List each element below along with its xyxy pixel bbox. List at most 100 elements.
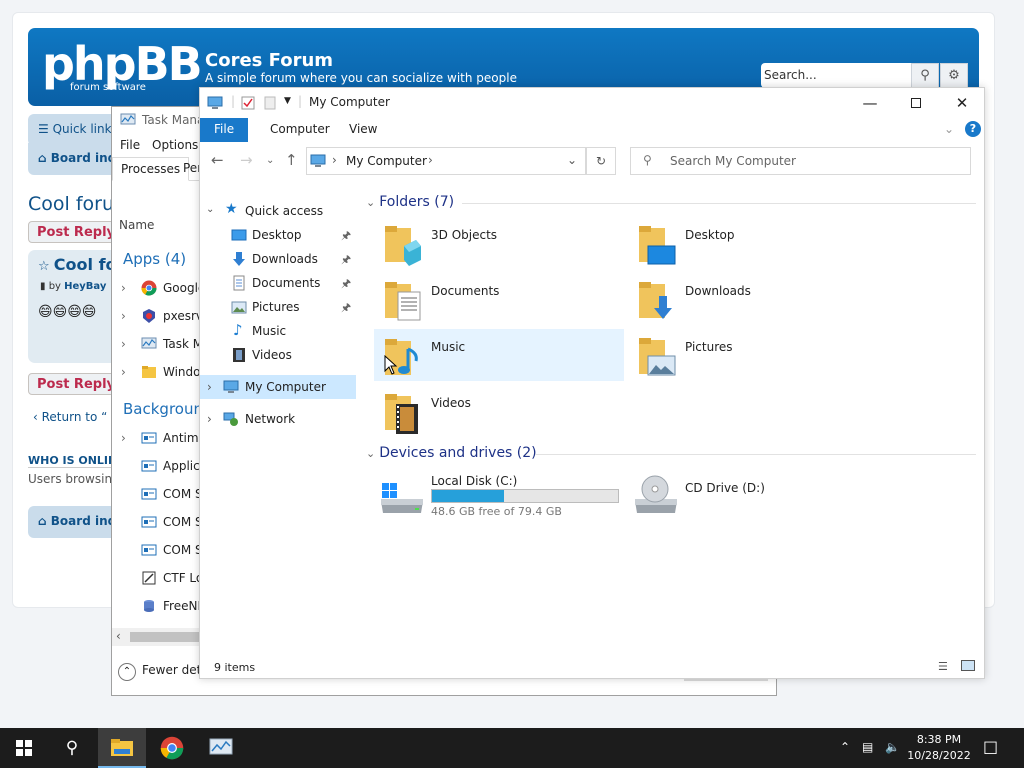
- who-online-heading[interactable]: WHO IS ONLINE: [28, 454, 125, 468]
- process-row[interactable]: COM S: [112, 509, 212, 537]
- chevron-right-icon: ›: [121, 309, 126, 323]
- process-icon: [141, 488, 157, 500]
- process-row[interactable]: › Google: [112, 275, 212, 303]
- forum-advanced-search-button[interactable]: ⚙: [940, 63, 968, 88]
- nav-desktop[interactable]: Desktop 🖈: [200, 223, 356, 247]
- file-explorer-icon: [111, 739, 133, 756]
- maximize-button[interactable]: [893, 88, 939, 118]
- folder-pictures[interactable]: Pictures: [628, 334, 878, 386]
- ribbon-tab-view[interactable]: View: [335, 118, 391, 142]
- process-row[interactable]: Applic: [112, 453, 212, 481]
- chevron-left-icon: ‹: [33, 410, 42, 424]
- recent-locations-icon[interactable]: ⌄: [266, 155, 274, 166]
- pin-icon: 🖈: [341, 253, 352, 266]
- window-title: My Computer: [309, 95, 390, 109]
- scrollbar-thumb[interactable]: [130, 632, 199, 642]
- properties-icon[interactable]: [241, 96, 255, 110]
- close-button[interactable]: ✕: [939, 88, 985, 118]
- address-bar-row: ← → ⌄ ↑ › My Computer › ⌄ ↻ ⚲ Search My …: [200, 146, 984, 176]
- nav-videos[interactable]: Videos: [200, 343, 356, 367]
- nav-quick-access[interactable]: ⌄ ★ Quick access: [200, 199, 356, 223]
- network-tray-icon[interactable]: ▤: [862, 740, 873, 754]
- fewer-details-button[interactable]: ⌃ Fewer det: [118, 663, 201, 681]
- nav-downloads[interactable]: Downloads 🖈: [200, 247, 356, 271]
- volume-icon[interactable]: 🔈: [885, 740, 900, 754]
- column-name-header[interactable]: Name: [119, 218, 154, 232]
- minimize-button[interactable]: —: [847, 88, 893, 118]
- chevron-right-icon: ›: [121, 431, 126, 445]
- start-button[interactable]: [0, 728, 48, 768]
- maximize-icon: [911, 98, 921, 108]
- documents-folder-icon: [385, 282, 421, 321]
- explorer-window[interactable]: | ▼ | My Computer — ✕ File Computer View…: [199, 87, 985, 681]
- notifications-icon[interactable]: □: [983, 737, 998, 756]
- chevron-right-icon: ›: [121, 365, 126, 379]
- taskbar-search-button[interactable]: ⚲: [48, 728, 96, 768]
- site-title[interactable]: Cores Forum: [205, 50, 333, 71]
- menu-options[interactable]: Options: [152, 138, 198, 152]
- folder-desktop[interactable]: Desktop: [628, 222, 878, 274]
- forward-arrow-icon[interactable]: →: [240, 151, 253, 169]
- ribbon-tab-computer[interactable]: Computer: [256, 118, 344, 142]
- clock[interactable]: 8:38 PM 10/28/2022: [900, 732, 978, 764]
- process-row[interactable]: › Windo: [112, 359, 212, 387]
- drive-local-disk-c[interactable]: Local Disk (C:) 48.6 GB free of 79.4 GB: [374, 471, 624, 523]
- nav-network[interactable]: › Network: [200, 407, 356, 431]
- address-box[interactable]: › My Computer › ⌄: [306, 147, 586, 175]
- taskbar-chrome[interactable]: [148, 728, 196, 768]
- nav-my-computer[interactable]: › My Computer: [200, 375, 356, 399]
- process-row[interactable]: CTF Lo: [112, 565, 212, 593]
- search-input[interactable]: ⚲ Search My Computer: [630, 147, 971, 175]
- post-title[interactable]: ☆ Cool fo: [38, 255, 117, 274]
- details-view-icon[interactable]: ☰: [938, 660, 948, 673]
- folder-videos[interactable]: Videos: [374, 390, 624, 442]
- process-icon: [141, 544, 157, 556]
- scroll-left-icon[interactable]: ‹: [116, 629, 121, 643]
- new-folder-icon[interactable]: [264, 96, 276, 110]
- capacity-bar-fill: [432, 490, 505, 502]
- ctf-icon: [142, 571, 156, 585]
- folders-section-header[interactable]: ⌄ Folders (7): [366, 194, 454, 210]
- nav-documents[interactable]: Documents 🖈: [200, 271, 356, 295]
- post-author[interactable]: HeyBay: [64, 281, 106, 292]
- process-row[interactable]: › Antima: [112, 425, 212, 453]
- nav-music[interactable]: ♪ Music: [200, 319, 356, 343]
- star-icon: ★: [225, 201, 238, 217]
- process-row[interactable]: › pxesrv: [112, 303, 212, 331]
- horizontal-scrollbar[interactable]: ‹: [112, 628, 199, 646]
- videos-folder-icon: [385, 394, 418, 434]
- show-hidden-icons[interactable]: ⌃: [840, 740, 850, 754]
- customize-toolbar-icon[interactable]: ▼: [284, 96, 291, 106]
- process-row[interactable]: COM S: [112, 537, 212, 565]
- folder-3d-objects[interactable]: 3D Objects: [374, 222, 624, 274]
- breadcrumb-my-computer[interactable]: My Computer: [346, 154, 427, 168]
- taskbar-file-explorer[interactable]: [98, 728, 146, 768]
- back-arrow-icon[interactable]: ←: [211, 151, 224, 169]
- drive-cd-d[interactable]: CD Drive (D:): [628, 475, 878, 530]
- post-smileys: 😄😄😄😄: [38, 304, 97, 320]
- refresh-button[interactable]: ↻: [586, 147, 616, 175]
- help-icon[interactable]: ?: [965, 121, 981, 137]
- process-row[interactable]: › Task M: [112, 331, 212, 359]
- title-bar[interactable]: | ▼ | My Computer — ✕: [200, 88, 984, 118]
- folder-documents[interactable]: Documents: [374, 278, 624, 330]
- taskbar-task-manager[interactable]: [197, 728, 245, 768]
- computer-icon: [223, 380, 239, 393]
- devices-section-header[interactable]: ⌄ Devices and drives (2): [366, 445, 537, 461]
- large-icons-view-icon[interactable]: [961, 660, 975, 671]
- expand-ribbon-icon[interactable]: ⌄: [944, 122, 954, 136]
- folder-music[interactable]: Music: [374, 329, 624, 381]
- return-link[interactable]: ‹ Return to “: [33, 410, 107, 424]
- menu-file[interactable]: File: [120, 138, 140, 152]
- process-row[interactable]: COM S: [112, 481, 212, 509]
- ribbon-tab-file[interactable]: File: [200, 118, 249, 142]
- up-arrow-icon[interactable]: ↑: [285, 151, 298, 169]
- nav-pictures[interactable]: Pictures 🖈: [200, 295, 356, 319]
- process-row[interactable]: FreeNF: [112, 593, 212, 621]
- folder-downloads[interactable]: Downloads: [628, 278, 878, 330]
- forum-search-input[interactable]: Search...: [761, 63, 911, 88]
- task-manager-icon: [141, 337, 157, 349]
- forum-search-button[interactable]: ⚲: [911, 63, 939, 88]
- address-dropdown-icon[interactable]: ⌄: [567, 153, 577, 167]
- forum-heading[interactable]: Cool forum: [28, 193, 118, 215]
